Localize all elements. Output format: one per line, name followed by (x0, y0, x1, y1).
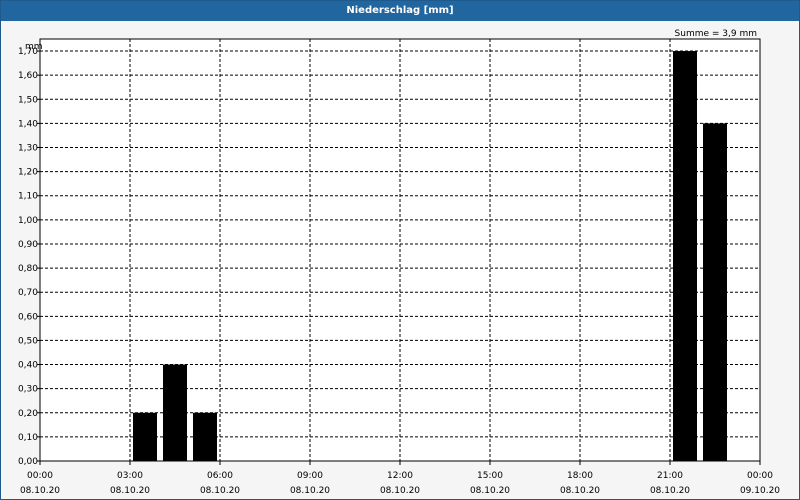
x-tick-date-label: 08.10.20 (200, 486, 240, 496)
x-tick-time-label: 15:00 (477, 471, 503, 481)
x-tick-date-label: 09.10.20 (740, 486, 780, 496)
y-tick-label: 0,60 (18, 312, 38, 322)
x-tick-time-label: 09:00 (297, 471, 323, 481)
y-tick-label: 1,60 (18, 71, 38, 81)
x-tick-time-label: 03:00 (117, 471, 143, 481)
x-tick-date-label: 08.10.20 (650, 486, 690, 496)
x-tick-time-label: 00:00 (27, 471, 53, 481)
precipitation-bar (133, 412, 157, 461)
precipitation-bar (163, 364, 187, 461)
y-tick-label: 1,50 (18, 95, 38, 105)
chart-window: Niederschlag [mm] 0,00 0,10 0,20 0,30 0,40 0,… (0, 0, 800, 500)
sum-annotation: Summe = 3,9 mm (675, 29, 757, 39)
y-tick-label: 0,30 (18, 385, 38, 395)
x-tick-time-label: 06:00 (207, 471, 233, 481)
y-tick-label: 0,20 (18, 409, 38, 419)
x-tick-time-label: 00:00 (747, 471, 773, 481)
y-tick-label: 0,40 (18, 361, 38, 371)
x-tick-date-label: 08.10.20 (560, 486, 600, 496)
y-tick-label: 0,50 (18, 336, 38, 346)
y-tick-label: 1,20 (18, 168, 38, 178)
y-tick-label: 1,30 (18, 144, 38, 154)
y-tick-label: 1,40 (18, 119, 38, 129)
x-tick-date-label: 08.10.20 (110, 486, 150, 496)
y-tick-label: 0,90 (18, 240, 38, 250)
x-tick-date-label: 08.10.20 (20, 486, 60, 496)
x-tick-time-label: 21:00 (657, 471, 683, 481)
x-tick-time-label: 12:00 (387, 471, 413, 481)
y-unit-label: mm (25, 42, 43, 52)
y-tick-label: 0,70 (18, 288, 38, 298)
x-tick-time-label: 18:00 (567, 471, 593, 481)
y-tick-label: 0,80 (18, 264, 38, 274)
precipitation-bar (193, 412, 217, 461)
precipitation-chart: 0,00 0,10 0,20 0,30 0,40 0,50 0,60 0,70 0,80 0,90… (18, 29, 780, 496)
x-tick-date-label: 08.10.20 (380, 486, 420, 496)
x-tick-date-label: 08.10.20 (290, 486, 330, 496)
y-tick-label: 1,10 (18, 192, 38, 202)
x-tick-date-label: 08.10.20 (470, 486, 510, 496)
y-tick-label: 0,00 (18, 457, 38, 467)
y-tick-label: 1,00 (18, 216, 38, 226)
precipitation-bar (703, 123, 727, 462)
y-tick-label: 0,10 (18, 433, 38, 443)
precipitation-bar (673, 51, 697, 462)
